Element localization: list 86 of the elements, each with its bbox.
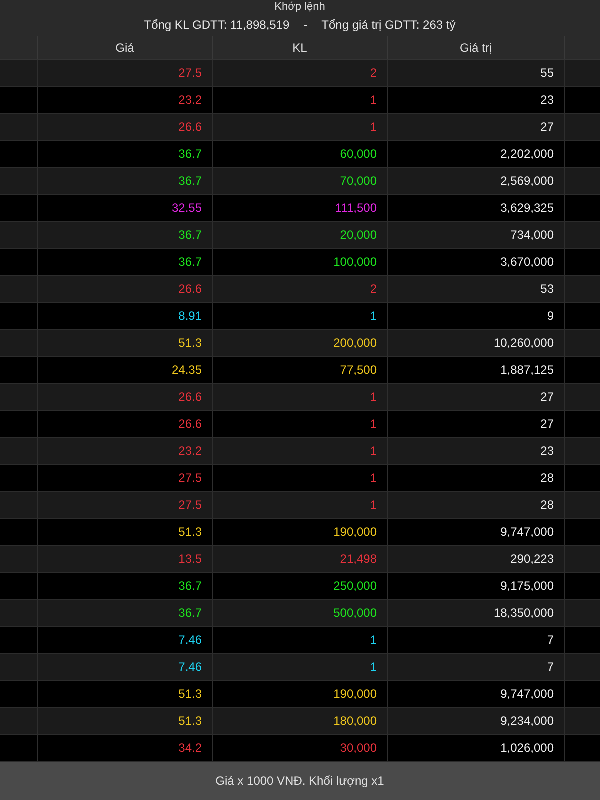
volume-cell-text: 1 (370, 497, 377, 514)
volume-cell-text: 1 (370, 308, 377, 325)
volume-cell-text: 21,498 (340, 551, 377, 568)
price-cell-text: 36.7 (178, 227, 202, 244)
price-cell-text: 34.2 (178, 740, 202, 757)
column-header: Giá trị (460, 40, 492, 56)
value-cell-text: 9 (547, 308, 554, 325)
column-header: Giá (116, 40, 134, 56)
price-cell-text: 7.46 (178, 632, 202, 649)
volume-cell-text: 77,500 (340, 362, 377, 379)
volume-cell-text: 1 (370, 119, 377, 136)
value-cell-text: 10,260,000 (494, 335, 554, 352)
price-cell-text: 36.7 (178, 578, 202, 595)
panel-title: Khớp lệnh (274, 0, 326, 14)
volume-cell-text: 100,000 (334, 254, 377, 271)
value-cell-text: 28 (540, 497, 554, 514)
value-cell-text: 27 (540, 416, 554, 433)
value-cell-text: 9,747,000 (500, 686, 554, 703)
value-cell-text: 7 (547, 659, 554, 676)
volume-cell-text: 20,000 (340, 227, 377, 244)
value-cell-text: 23 (540, 443, 554, 460)
price-cell-text: 51.3 (178, 524, 202, 541)
volume-cell-text: 250,000 (334, 578, 377, 595)
value-cell-text: 28 (540, 470, 554, 487)
volume-cell-text: 190,000 (334, 686, 377, 703)
value-cell-text: 290,223 (510, 551, 554, 568)
value-cell-text: 7 (547, 632, 554, 649)
price-cell-text: 51.3 (178, 686, 202, 703)
volume-cell-text: 1 (370, 443, 377, 460)
value-cell-text: 9,234,000 (500, 713, 554, 730)
volume-cell-text: 60,000 (340, 146, 377, 163)
volume-cell-text: 30,000 (340, 740, 377, 757)
volume-cell-text: 111,500 (335, 200, 377, 217)
value-cell-text: 23 (540, 92, 554, 109)
value-cell-text: 53 (540, 281, 554, 298)
value-cell-text: 2,202,000 (500, 146, 554, 163)
price-cell-text: 32.55 (172, 200, 202, 217)
volume-cell-text: 1 (370, 632, 377, 649)
volume-cell-text: 180,000 (334, 713, 377, 730)
price-cell-text: 36.7 (178, 146, 202, 163)
price-cell-text: 8.91 (178, 308, 202, 325)
price-cell-text: 23.2 (178, 443, 202, 460)
volume-cell-text: 1 (370, 470, 377, 487)
value-cell-text: 734,000 (510, 227, 554, 244)
value-cell-text: 18,350,000 (494, 605, 554, 622)
value-cell-text: 1,887,125 (500, 362, 554, 379)
volume-cell-text: 1 (370, 416, 377, 433)
column-header: KL (292, 40, 308, 56)
value-cell-text: 55 (540, 65, 554, 82)
separator: - (304, 17, 308, 34)
volume-cell-text: 70,000 (340, 173, 377, 190)
value-cell-text: 3,670,000 (500, 254, 554, 271)
price-cell-text: 27.5 (178, 470, 202, 487)
price-cell-text: 7.46 (178, 659, 202, 676)
value-cell-text: 2,569,000 (500, 173, 554, 190)
price-cell-text: 27.5 (178, 497, 202, 514)
price-cell-text: 26.6 (178, 416, 202, 433)
volume-cell-text: 200,000 (334, 335, 377, 352)
price-cell-text: 23.2 (178, 92, 202, 109)
total-value: Tổng giá trị GDTT: 263 tỷ (322, 17, 456, 34)
value-cell-text: 27 (540, 389, 554, 406)
volume-cell-text: 500,000 (334, 605, 377, 622)
value-cell-text: 1,026,000 (500, 740, 554, 757)
price-cell-text: 26.6 (178, 389, 202, 406)
price-cell-text: 24.35 (172, 362, 202, 379)
price-cell-text: 13.5 (178, 551, 202, 568)
volume-cell-text: 2 (370, 65, 377, 82)
value-cell-text: 9,747,000 (500, 524, 554, 541)
volume-cell-text: 190,000 (334, 524, 377, 541)
price-cell-text: 36.7 (178, 254, 202, 271)
volume-cell-text: 2 (370, 281, 377, 298)
value-cell-text: 9,175,000 (500, 578, 554, 595)
value-cell-text: 3,629,325 (500, 200, 554, 217)
volume-cell-text: 1 (370, 389, 377, 406)
value-cell-text: 27 (540, 119, 554, 136)
price-cell-text: 26.6 (178, 119, 202, 136)
price-cell-text: 36.7 (178, 173, 202, 190)
volume-cell-text: 1 (370, 659, 377, 676)
price-cell-text: 26.6 (178, 281, 202, 298)
price-cell-text: 36.7 (178, 605, 202, 622)
footer-note: Giá x 1000 VNĐ. Khối lượng x1 (216, 773, 384, 790)
price-cell-text: 51.3 (178, 713, 202, 730)
volume-cell-text: 1 (370, 92, 377, 109)
price-cell-text: 27.5 (178, 65, 202, 82)
price-cell-text: 51.3 (178, 335, 202, 352)
total-volume: Tổng KL GDTT: 11,898,519 (144, 17, 290, 34)
